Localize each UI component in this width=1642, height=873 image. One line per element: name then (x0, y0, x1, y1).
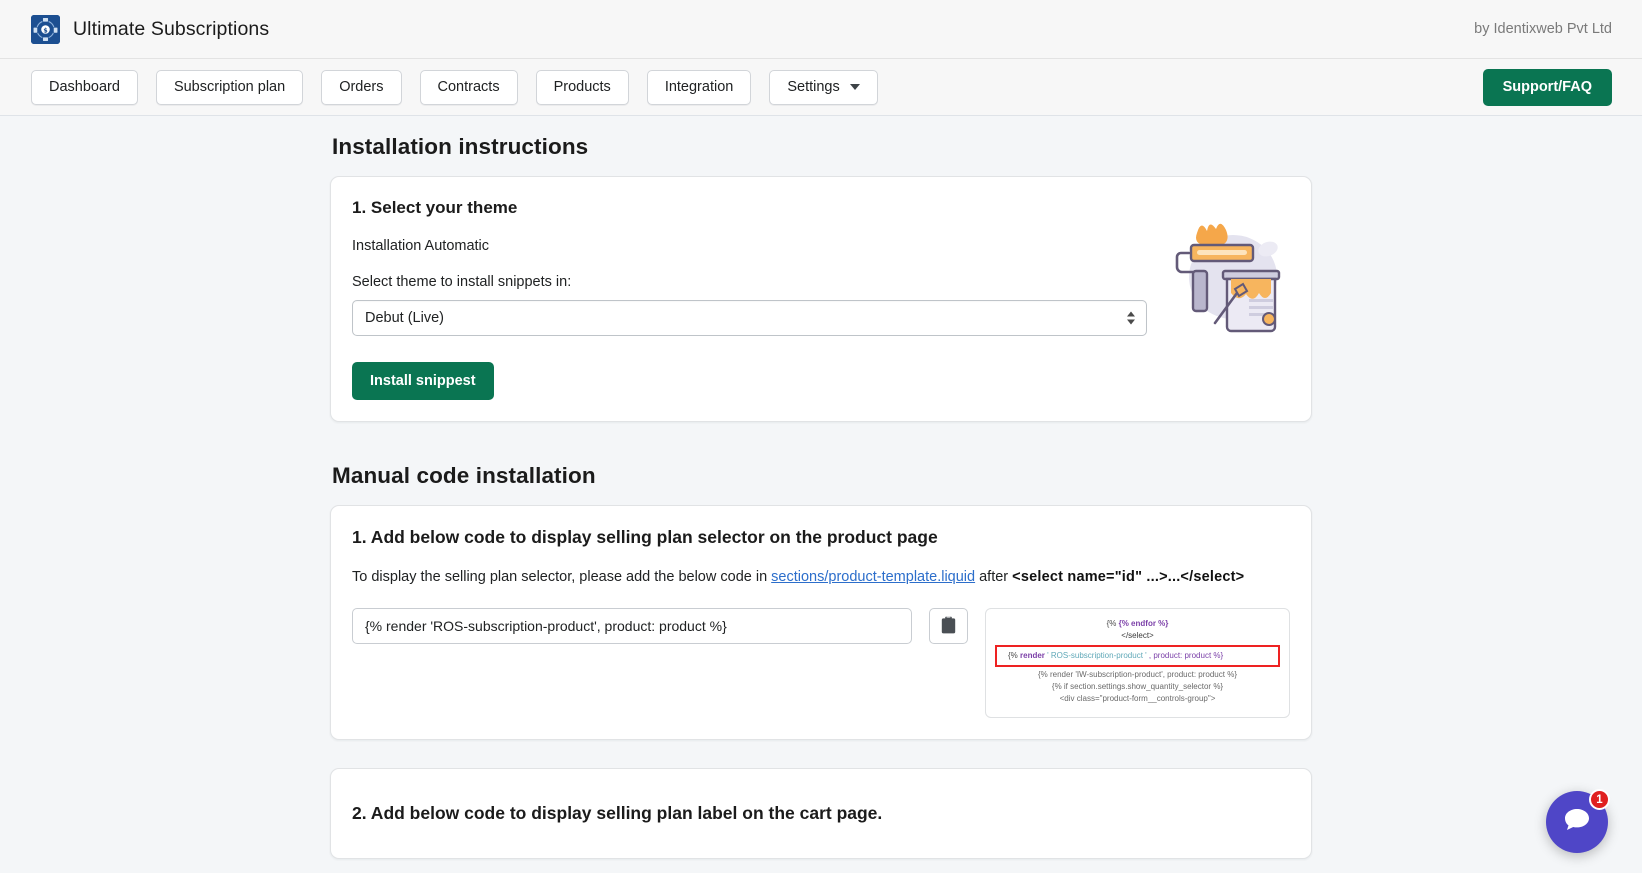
hl-string: ' ROS-subscription-product ' (1044, 651, 1149, 660)
support-faq-button[interactable]: Support/FAQ (1482, 68, 1612, 106)
chat-launcher-button[interactable]: 1 (1546, 789, 1610, 853)
paint-roller-bucket-illustration (1171, 219, 1289, 339)
main-navigation: Dashboard Subscription plan Orders Contr… (0, 59, 1642, 116)
select-theme-heading: 1. Select your theme (352, 198, 518, 217)
nav-item-contracts[interactable]: Contracts (419, 69, 518, 105)
nav-item-orders[interactable]: Orders (321, 69, 402, 105)
install-snippet-button[interactable]: Install snippest (352, 362, 494, 400)
nav-item-label: Dashboard (49, 79, 120, 95)
manual-step1-heading: 1. Add below code to display selling pla… (352, 527, 938, 547)
product-template-link[interactable]: sections/product-template.liquid (771, 569, 975, 585)
nav-item-label: Settings (787, 79, 840, 95)
svg-text:$: $ (43, 27, 47, 34)
select-theme-card: 1. Select your theme Installation Automa… (330, 176, 1312, 422)
theme-select-wrapper: Debut (Live) (352, 300, 1147, 336)
code-preview-highlighted-line: {% render ' ROS-subscription-product ' ,… (995, 645, 1280, 667)
nav-item-dashboard[interactable]: Dashboard (31, 69, 138, 105)
vendor-byline: by Identixweb Pvt Ltd (1474, 21, 1612, 37)
desc-inline-code: <select name="id" ...>...</select> (1012, 569, 1245, 585)
theme-select[interactable]: Debut (Live) (352, 300, 1147, 336)
installation-instructions-title: Installation instructions (332, 134, 589, 159)
code-preview-line: {% {% endfor %} (1106, 619, 1169, 628)
nav-item-label: Products (553, 79, 611, 95)
manual-step1-description: To display the selling plan selector, pl… (352, 569, 1290, 585)
nav-item-label: Orders (339, 79, 384, 95)
page-body: Installation instructions 1. Select your… (0, 116, 1642, 873)
theme-select-label: Select theme to install snippets in: (352, 274, 572, 290)
app-header: $ Ultimate Subscriptions by Identixweb P… (0, 0, 1642, 59)
code-preview-panel: {% {% endfor %} </select> {% render ' RO… (985, 608, 1290, 718)
code-preview-line: <div class="product-form__controls-group… (1059, 694, 1216, 703)
manual-step2-card: 2. Add below code to display selling pla… (330, 768, 1312, 859)
subscription-coin-icon: $ (31, 14, 60, 44)
nav-item-label: Integration (664, 79, 734, 95)
copy-snippet-button[interactable] (929, 608, 968, 644)
brand: $ Ultimate Subscriptions (31, 14, 270, 44)
nav-item-subscription-plan[interactable]: Subscription plan (155, 69, 304, 105)
nav-items: Dashboard Subscription plan Orders Contr… (31, 69, 878, 105)
code-preview-line: {% if section.settings.show_quantity_sel… (1051, 682, 1224, 691)
manual-step1-card: 1. Add below code to display selling pla… (330, 505, 1312, 740)
hl-keyword: render (1020, 651, 1045, 660)
chat-bubble-icon (1561, 804, 1593, 841)
content-column: Installation instructions 1. Select your… (330, 116, 1312, 859)
code-preview-line: </select> (1121, 631, 1154, 640)
code-preview-line: {% render 'IW-subscription-product', pro… (1037, 670, 1237, 679)
theme-select-value: Debut (Live) (365, 310, 444, 326)
nav-item-label: Subscription plan (173, 79, 286, 95)
chevron-down-icon (849, 84, 860, 90)
installation-mode-text: Installation Automatic (352, 238, 490, 254)
nav-item-label: Contracts (437, 79, 500, 95)
nav-item-products[interactable]: Products (535, 69, 629, 105)
manual-step1-code-row: {% {% endfor %} </select> {% render ' RO… (352, 608, 1290, 718)
manual-step2-heading: 2. Add below code to display selling pla… (352, 803, 883, 823)
chat-unread-badge: 1 (1589, 789, 1610, 810)
hl-rest: , product: product %} (1148, 651, 1224, 660)
manual-code-installation-title: Manual code installation (332, 463, 596, 488)
hl-open: {% (1008, 651, 1021, 660)
snippet-code-input[interactable] (352, 608, 912, 644)
desc-mid: after (975, 569, 1013, 585)
clipboard-copy-icon (941, 615, 956, 637)
nav-item-integration[interactable]: Integration (646, 69, 752, 105)
nav-item-settings[interactable]: Settings (769, 69, 878, 105)
page-title: Ultimate Subscriptions (73, 17, 270, 40)
desc-prefix: To display the selling plan selector, pl… (352, 569, 772, 585)
